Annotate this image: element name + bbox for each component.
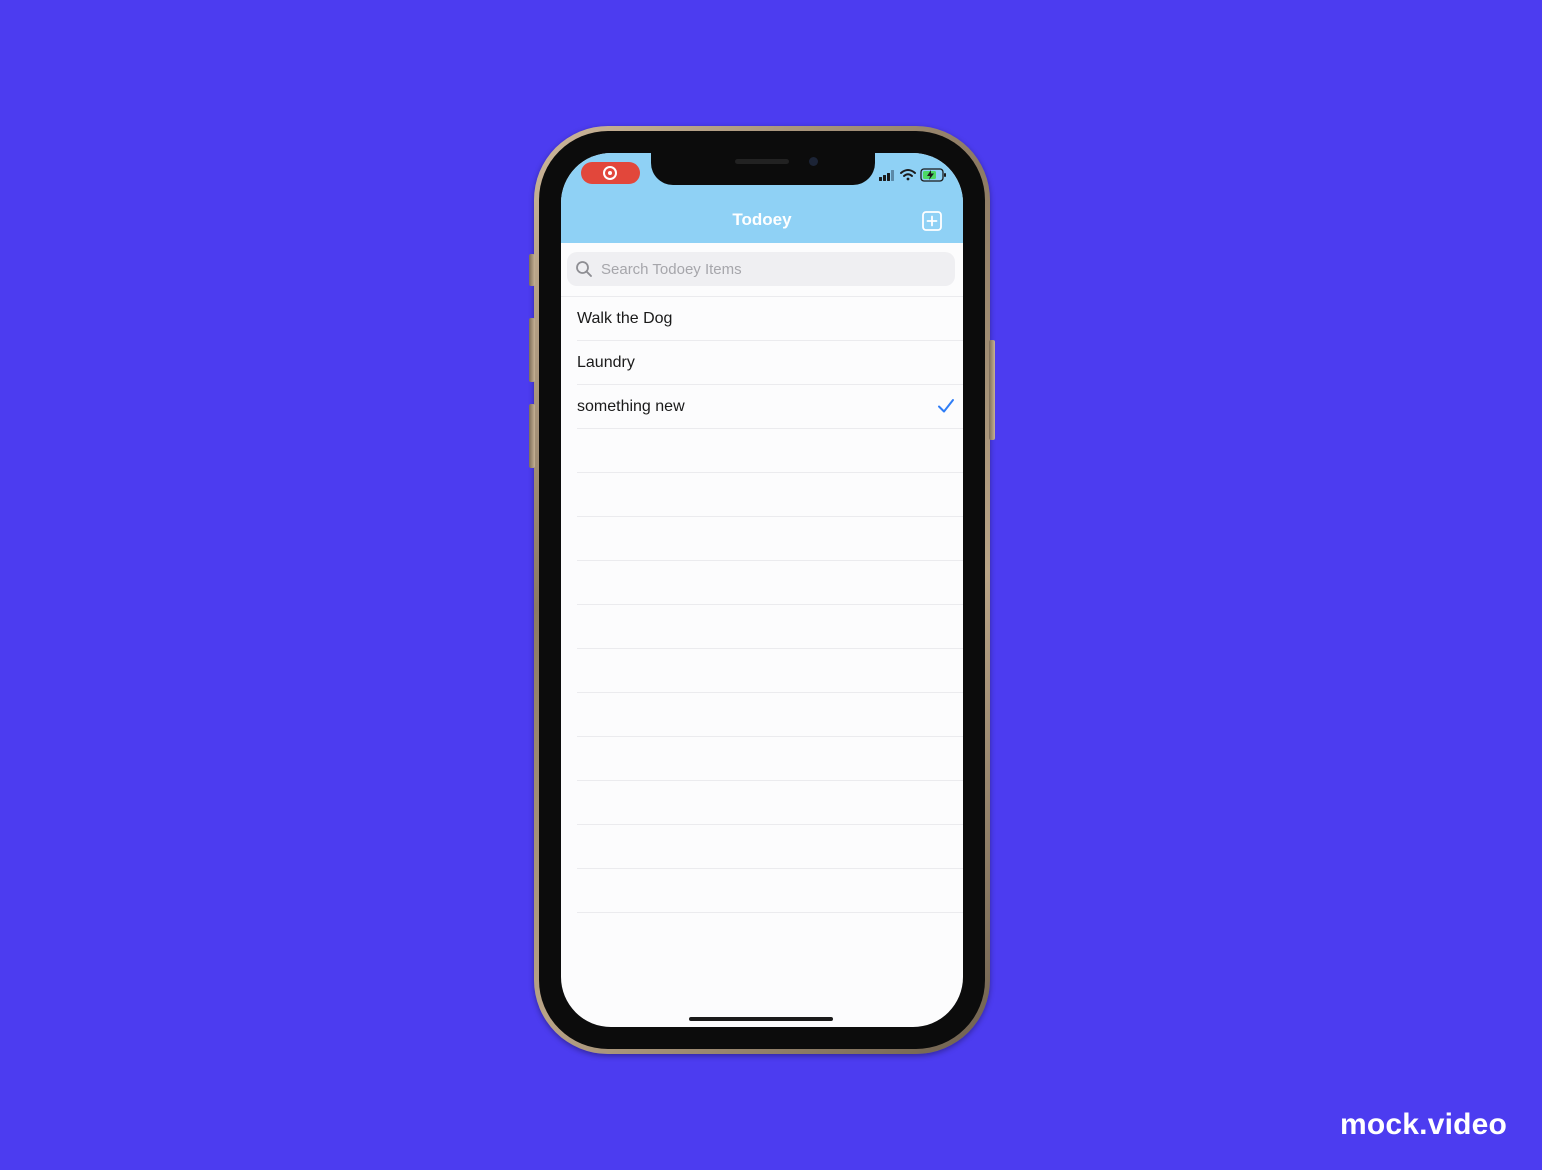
empty-row bbox=[577, 869, 963, 913]
list-item[interactable]: Walk the Dog bbox=[577, 297, 963, 341]
status-icons bbox=[877, 167, 951, 183]
search-input[interactable] bbox=[597, 252, 951, 286]
list-item[interactable]: something new bbox=[577, 385, 963, 429]
empty-row bbox=[577, 605, 963, 649]
search-icon bbox=[576, 261, 592, 277]
volume-down-button bbox=[529, 404, 535, 468]
todo-list: Walk the Dog Laundry something new bbox=[561, 296, 963, 997]
signal-icon bbox=[879, 170, 894, 181]
checkmark-icon bbox=[938, 399, 954, 413]
empty-row bbox=[577, 429, 963, 473]
navigation-bar: Todoey bbox=[561, 153, 963, 243]
page-title: Todoey bbox=[732, 210, 792, 229]
list-item-label: Walk the Dog bbox=[577, 310, 673, 327]
speaker-grille bbox=[735, 159, 789, 164]
empty-row bbox=[577, 517, 963, 561]
home-indicator[interactable] bbox=[689, 1017, 833, 1021]
empty-row bbox=[577, 649, 963, 693]
wifi-icon bbox=[900, 169, 916, 181]
plus-square-icon bbox=[922, 211, 942, 231]
empty-row bbox=[577, 825, 963, 869]
empty-row bbox=[577, 473, 963, 517]
empty-row bbox=[577, 737, 963, 781]
list-item-label: something new bbox=[577, 398, 685, 415]
phone-screen: Todoey Walk the Dog Laundry something ne… bbox=[561, 153, 963, 1027]
list-item[interactable]: Laundry bbox=[577, 341, 963, 385]
volume-up-button bbox=[529, 318, 535, 382]
empty-row bbox=[577, 561, 963, 605]
front-camera bbox=[809, 157, 818, 166]
empty-row bbox=[577, 693, 963, 737]
battery-charging-icon bbox=[920, 168, 946, 182]
list-item-label: Laundry bbox=[577, 354, 635, 371]
power-button bbox=[989, 340, 995, 440]
screen-recording-icon[interactable] bbox=[581, 162, 640, 184]
search-bar[interactable] bbox=[567, 252, 955, 286]
add-item-button[interactable] bbox=[921, 210, 943, 232]
silent-switch bbox=[529, 254, 535, 286]
watermark: mock.video bbox=[1340, 1108, 1508, 1141]
notch bbox=[651, 153, 875, 185]
empty-row bbox=[577, 781, 963, 825]
